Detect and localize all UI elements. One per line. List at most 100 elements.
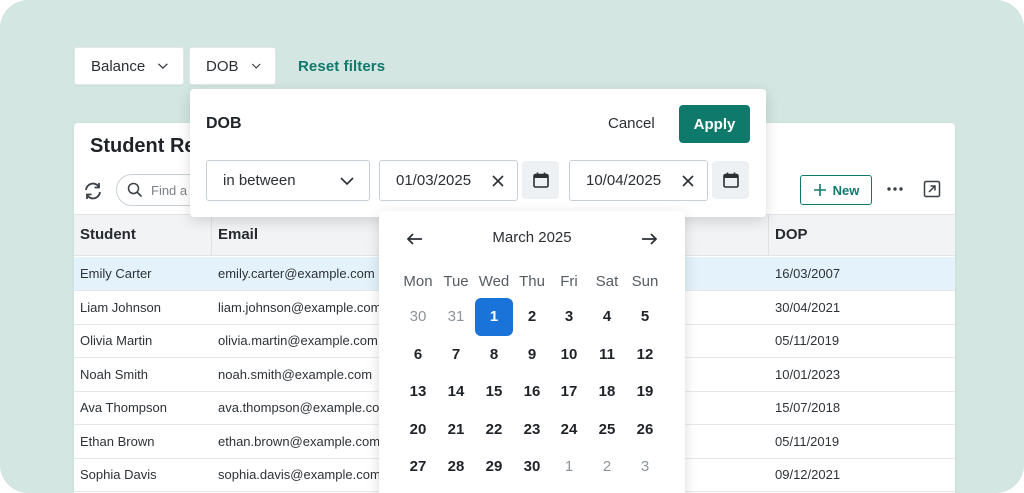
column-header-student[interactable]: Student xyxy=(74,215,136,255)
weekday-label: Mon xyxy=(403,273,433,290)
filter-chip-label: DOB xyxy=(206,57,239,75)
weekday-label: Fri xyxy=(560,273,578,290)
calendar-day[interactable]: 20 xyxy=(399,411,437,449)
apply-button[interactable]: Apply xyxy=(679,105,750,143)
calendar-day[interactable]: 6 xyxy=(399,336,437,374)
cell-dop: 10/01/2023 xyxy=(775,367,841,382)
calendar-day[interactable]: 19 xyxy=(626,373,664,411)
chevron-down-icon xyxy=(340,176,354,185)
cell-email: liam.johnson@example.com xyxy=(218,300,382,315)
cell-dop: 30/04/2021 xyxy=(775,300,841,315)
calendar-day[interactable]: 21 xyxy=(437,411,475,449)
calendar-day[interactable]: 5 xyxy=(626,298,664,336)
search-placeholder: Find a xyxy=(151,182,188,198)
calendar-day[interactable]: 22 xyxy=(475,411,513,449)
calendar-day[interactable]: 23 xyxy=(513,411,551,449)
cell-email: noah.smith@example.com xyxy=(218,367,373,382)
calendar-day[interactable]: 3 xyxy=(550,298,588,336)
calendar-day[interactable]: 25 xyxy=(588,411,626,449)
calendar-day[interactable]: 30 xyxy=(399,298,437,336)
clear-icon[interactable] xyxy=(491,174,505,188)
calendar-icon xyxy=(722,172,739,188)
cancel-button[interactable]: Cancel xyxy=(608,115,655,132)
column-header-dop[interactable]: DOP xyxy=(768,215,808,255)
cell-student: Noah Smith xyxy=(80,367,148,382)
calendar-day[interactable]: 14 xyxy=(437,373,475,411)
operator-select[interactable]: in between xyxy=(206,160,370,201)
cell-student: Ethan Brown xyxy=(80,434,155,449)
popover-title: DOB xyxy=(206,115,242,132)
calendar-day[interactable]: 29 xyxy=(475,448,513,486)
calendar-day[interactable]: 2 xyxy=(513,298,551,336)
calendar-day[interactable]: 7 xyxy=(437,336,475,374)
weekday-label: Tue xyxy=(443,273,469,290)
date-from-value: 01/03/2025 xyxy=(396,172,472,189)
calendar-day[interactable]: 18 xyxy=(588,373,626,411)
weekday-label: Thu xyxy=(519,273,545,290)
filter-chip-balance[interactable]: Balance xyxy=(74,47,184,85)
new-button[interactable]: New xyxy=(800,175,872,205)
calendar-day[interactable]: 10 xyxy=(550,336,588,374)
calendar-day[interactable]: 2 xyxy=(588,448,626,486)
weekday-label: Sat xyxy=(595,273,619,290)
weekday-label: Sun xyxy=(631,273,659,290)
cell-dop: 05/11/2019 xyxy=(775,434,840,449)
operator-value: in between xyxy=(223,172,296,189)
cell-dop: 16/03/2007 xyxy=(775,266,841,281)
calendar-day[interactable]: 24 xyxy=(550,411,588,449)
calendar-day[interactable]: 26 xyxy=(626,411,664,449)
calendar-day[interactable]: 27 xyxy=(399,448,437,486)
reset-filters-link[interactable]: Reset filters xyxy=(298,58,385,75)
cell-student: Olivia Martin xyxy=(80,333,153,348)
calendar-day[interactable]: 8 xyxy=(475,336,513,374)
app-frame: Balance DOB Reset filters Student Rep Fi… xyxy=(0,0,1024,493)
date-from-calendar-button[interactable] xyxy=(522,161,559,199)
cell-email: sophia.davis@example.com xyxy=(218,467,381,482)
cell-email: emily.carter@example.com xyxy=(218,266,375,281)
cell-email: ava.thompson@example.com xyxy=(218,400,391,415)
calendar-day[interactable]: 16 xyxy=(513,373,551,411)
cell-dop: 05/11/2019 xyxy=(775,333,840,348)
calendar-day-selected[interactable]: 1 xyxy=(475,298,513,336)
filter-chip-label: Balance xyxy=(91,57,146,75)
date-to-calendar-button[interactable] xyxy=(712,161,749,199)
cell-student: Sophia Davis xyxy=(80,467,157,482)
date-picker-calendar: March 2025 Mon Tue Wed Thu Fri Sat Sun 30 31 1 2 3 4… xyxy=(379,211,685,493)
clear-icon[interactable] xyxy=(681,174,695,188)
calendar-day[interactable]: 1 xyxy=(550,448,588,486)
arrow-right-icon[interactable] xyxy=(639,229,659,249)
plus-icon xyxy=(813,184,826,196)
cell-student: Emily Carter xyxy=(80,266,152,281)
calendar-day[interactable]: 31 xyxy=(437,298,475,336)
new-button-label: New xyxy=(832,182,860,198)
dob-filter-popover: DOB Cancel Apply in between 01/03/2025 1… xyxy=(190,89,766,217)
calendar-day[interactable]: 4 xyxy=(588,298,626,336)
cell-email: ethan.brown@example.com xyxy=(218,434,381,449)
popout-icon[interactable] xyxy=(922,179,942,199)
cell-student: Ava Thompson xyxy=(80,400,167,415)
calendar-day[interactable]: 28 xyxy=(437,448,475,486)
cell-student: Liam Johnson xyxy=(80,300,161,315)
more-options-icon[interactable] xyxy=(884,178,906,200)
cell-dop: 09/12/2021 xyxy=(775,467,841,482)
calendar-day[interactable]: 30 xyxy=(513,448,551,486)
calendar-icon xyxy=(532,172,549,188)
calendar-day[interactable]: 11 xyxy=(588,336,626,374)
refresh-icon[interactable] xyxy=(82,180,104,202)
filter-chip-dob[interactable]: DOB xyxy=(189,47,276,85)
chevron-down-icon xyxy=(251,63,261,69)
chevron-down-icon xyxy=(158,63,168,70)
cell-dop: 15/07/2018 xyxy=(775,400,841,415)
calendar-day[interactable]: 17 xyxy=(550,373,588,411)
search-icon xyxy=(127,182,143,198)
calendar-day[interactable]: 13 xyxy=(399,373,437,411)
calendar-day[interactable]: 9 xyxy=(513,336,551,374)
calendar-day[interactable]: 12 xyxy=(626,336,664,374)
cell-email: olivia.martin@example.com xyxy=(218,333,378,348)
date-from-input[interactable]: 01/03/2025 xyxy=(379,160,518,201)
column-header-email[interactable]: Email xyxy=(211,215,258,255)
date-to-input[interactable]: 10/04/2025 xyxy=(569,160,708,201)
calendar-day[interactable]: 3 xyxy=(626,448,664,486)
calendar-day[interactable]: 15 xyxy=(475,373,513,411)
date-to-value: 10/04/2025 xyxy=(586,172,662,189)
